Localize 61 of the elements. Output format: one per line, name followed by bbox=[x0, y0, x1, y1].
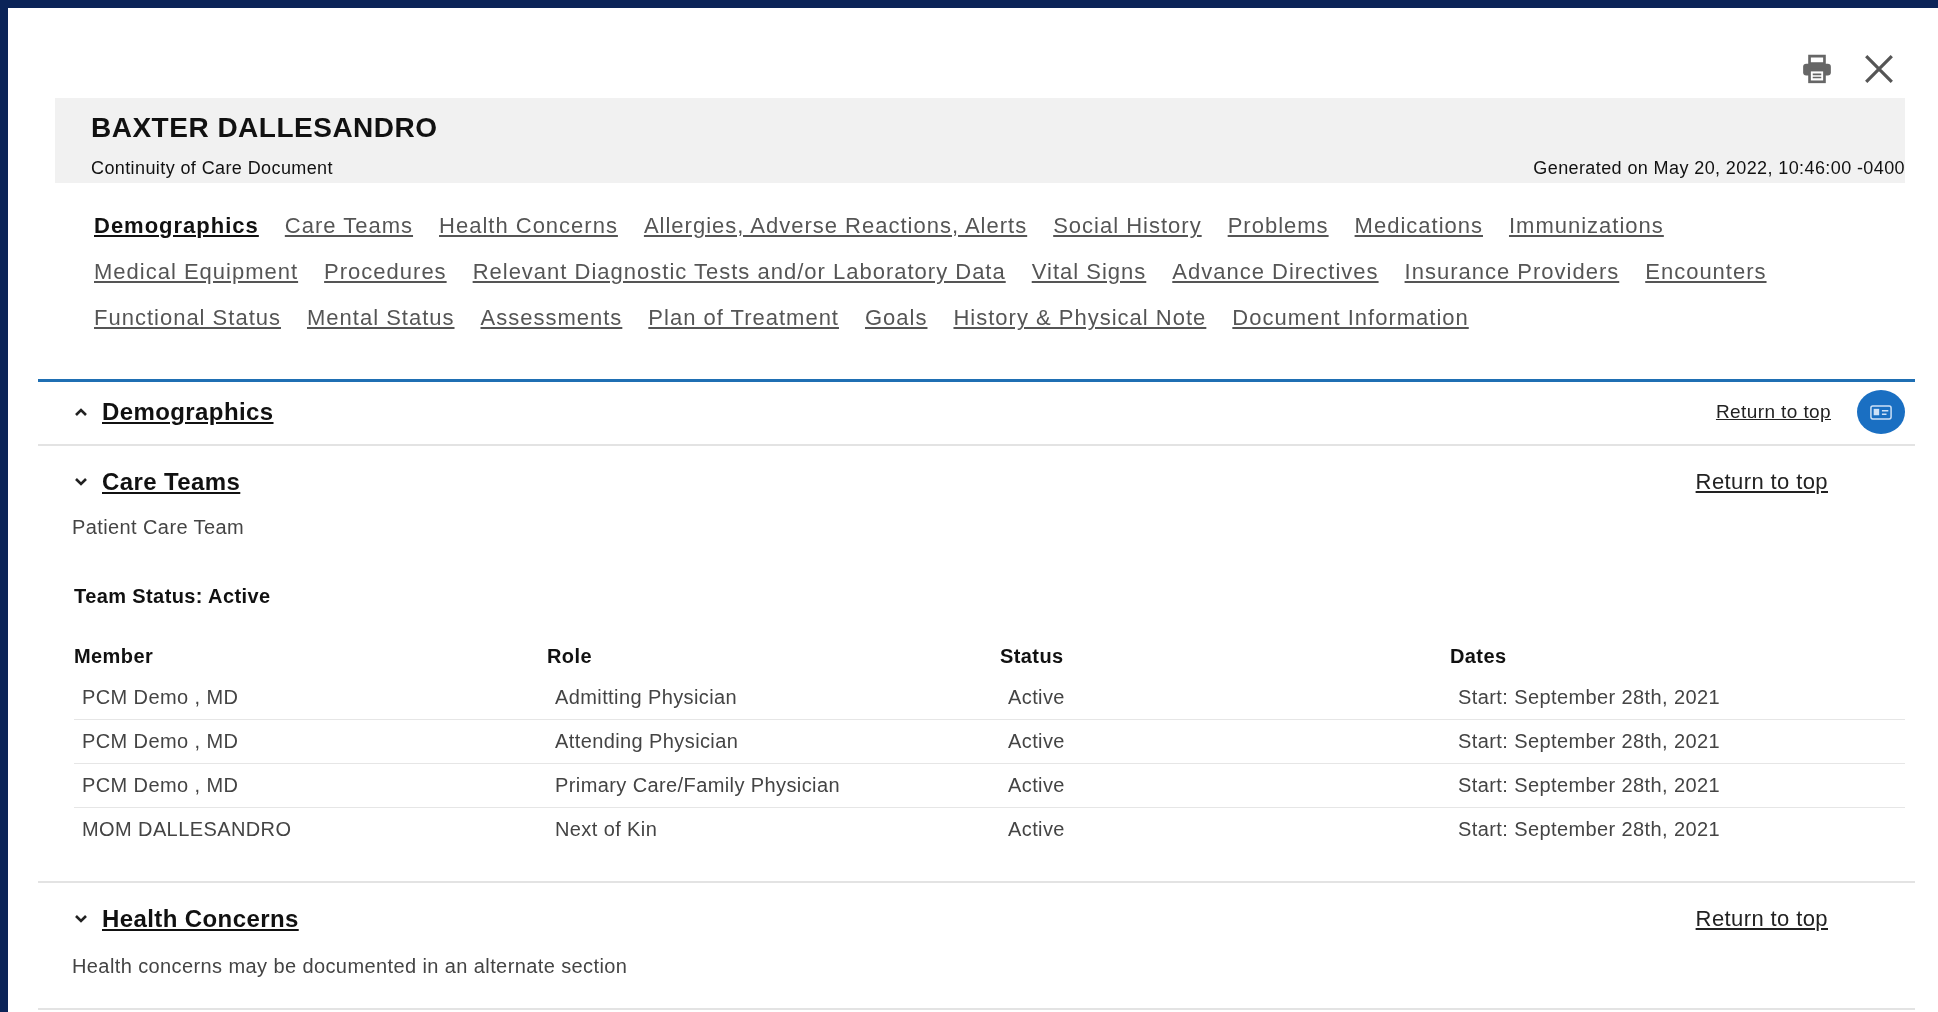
section-link[interactable]: Procedures bbox=[324, 259, 447, 285]
section-link[interactable]: Medications bbox=[1354, 213, 1483, 239]
return-to-top-link[interactable]: Return to top bbox=[1695, 906, 1828, 932]
table-cell-text: Start: September 28th, 2021 bbox=[1457, 774, 1722, 797]
table-cell-text: Next of Kin bbox=[554, 818, 659, 841]
close-icon[interactable] bbox=[1863, 53, 1895, 85]
section-link[interactable]: Document Information bbox=[1232, 305, 1469, 331]
table-cell-text: Primary Care/Family Physician bbox=[554, 774, 841, 797]
section-link[interactable]: Problems bbox=[1227, 213, 1329, 239]
section-link[interactable]: Goals bbox=[865, 305, 928, 331]
caret-icon[interactable] bbox=[74, 914, 88, 924]
section-link[interactable]: Demographics bbox=[94, 213, 259, 239]
section-note: Health concerns may be documented in an alternate section bbox=[71, 955, 629, 978]
table-cell-text: Attending Physician bbox=[554, 730, 740, 753]
table-cell-text: Active bbox=[1007, 686, 1066, 709]
column-header: Dates bbox=[1450, 644, 1508, 668]
section-title[interactable]: Care Teams bbox=[96, 468, 241, 496]
printer-icon[interactable] bbox=[1801, 54, 1833, 84]
table-cell-text: Active bbox=[1007, 818, 1066, 841]
section-link[interactable]: Health Concerns bbox=[439, 213, 618, 239]
table-cell-text: PCM Demo , MD bbox=[81, 730, 240, 753]
table-cell-text: PCM Demo , MD bbox=[81, 774, 240, 797]
section-title[interactable]: Health Concerns bbox=[96, 905, 299, 933]
section-link[interactable]: Vital Signs bbox=[1031, 259, 1147, 285]
id-card-button[interactable] bbox=[1857, 390, 1905, 434]
section-link[interactable]: History & Physical Note bbox=[953, 305, 1207, 331]
return-to-top-link[interactable]: Return to top bbox=[1695, 469, 1828, 495]
table-cell-text: Start: September 28th, 2021 bbox=[1457, 686, 1722, 709]
team-status: Team Status: Active bbox=[73, 585, 272, 608]
patient-name: BAXTER DALLESANDRO bbox=[91, 112, 439, 144]
section-link[interactable]: Mental Status bbox=[307, 305, 455, 331]
table-cell-text: Active bbox=[1007, 730, 1066, 753]
section-link[interactable]: Assessments bbox=[480, 305, 623, 331]
id-card-icon bbox=[1870, 404, 1892, 420]
column-header: Role bbox=[547, 644, 593, 668]
table-cell-text: PCM Demo , MD bbox=[81, 686, 240, 709]
table-cell-text: MOM DALLESANDRO bbox=[81, 818, 293, 841]
document-type: Continuity of Care Document bbox=[91, 158, 333, 179]
column-header: Status bbox=[1000, 644, 1065, 668]
section-link[interactable]: Functional Status bbox=[94, 305, 281, 331]
return-to-top-link[interactable]: Return to top bbox=[1715, 401, 1831, 423]
section-link[interactable]: Care Teams bbox=[284, 213, 414, 239]
column-header: Member bbox=[74, 644, 155, 668]
caret-icon[interactable] bbox=[74, 477, 88, 487]
table-cell-text: Start: September 28th, 2021 bbox=[1457, 818, 1722, 841]
caret-icon[interactable] bbox=[74, 407, 88, 417]
table-cell-text: Start: September 28th, 2021 bbox=[1457, 730, 1722, 753]
section-link[interactable]: Encounters bbox=[1645, 259, 1767, 285]
section-link[interactable]: Social History bbox=[1053, 213, 1202, 239]
team-name: Patient Care Team bbox=[71, 516, 246, 539]
generated-date: Generated on May 20, 2022, 10:46:00 -0400 bbox=[1533, 158, 1905, 179]
section-title[interactable]: Demographics bbox=[96, 398, 274, 426]
section-link[interactable]: Immunizations bbox=[1509, 213, 1664, 239]
section-link[interactable]: Medical Equipment bbox=[94, 259, 299, 285]
table-cell-text: Active bbox=[1007, 774, 1066, 797]
section-link[interactable]: Relevant Diagnostic Tests and/or Laboratory Data bbox=[472, 259, 1006, 285]
section-link[interactable]: Insurance Providers bbox=[1404, 259, 1620, 285]
section-link[interactable]: Plan of Treatment bbox=[648, 305, 839, 331]
table-cell-text: Admitting Physician bbox=[554, 686, 739, 709]
section-link[interactable]: Advance Directives bbox=[1172, 259, 1379, 285]
section-link[interactable]: Allergies, Adverse Reactions, Alerts bbox=[643, 213, 1028, 239]
